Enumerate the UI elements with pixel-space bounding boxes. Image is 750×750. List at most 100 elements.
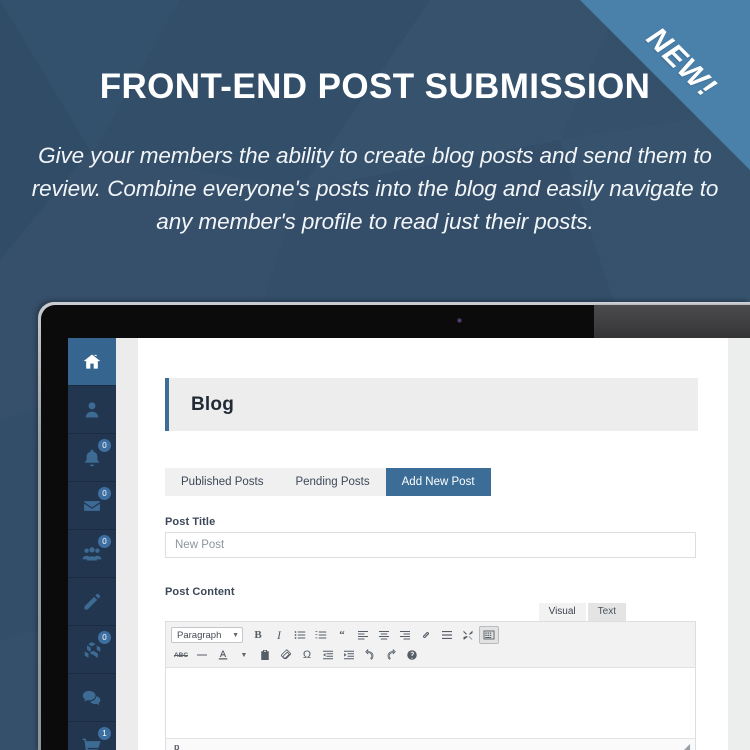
paste-as-text-icon: [259, 649, 271, 661]
clear-formatting-icon: [280, 649, 292, 661]
pencil-icon: [82, 592, 102, 612]
promo-subhead: Give your members the ability to create …: [31, 143, 719, 234]
editor-content-area[interactable]: [166, 668, 695, 738]
page-title: Blog: [191, 393, 235, 415]
chevron-down-icon: ▼: [232, 631, 239, 639]
indent-button[interactable]: [339, 646, 359, 664]
text-color-button[interactable]: [213, 646, 233, 664]
blockquote-button[interactable]: “: [332, 626, 352, 644]
help-icon: [406, 649, 418, 661]
insert-link-button[interactable]: [416, 626, 436, 644]
align-right-button[interactable]: [395, 626, 415, 644]
chat-icon: [82, 688, 102, 708]
sidebar-item-forums[interactable]: [68, 674, 116, 722]
page-header: Blog: [165, 378, 698, 431]
sidebar-item-groups[interactable]: 0: [68, 530, 116, 578]
post-tabs: Published Posts Pending Posts Add New Po…: [165, 468, 491, 496]
post-title-label: Post Title: [165, 516, 216, 528]
tab-pending-posts[interactable]: Pending Posts: [279, 468, 386, 496]
sidebar-item-home[interactable]: [68, 338, 116, 386]
sidebar-badge-notifications: 0: [98, 439, 111, 452]
tab-text-editor[interactable]: Text: [587, 603, 626, 621]
sidebar-badge-blocks: 0: [98, 631, 111, 644]
indent-icon: [343, 649, 355, 661]
italic-icon: I: [277, 627, 281, 642]
app-sidebar: 0 0 0 0 1: [68, 338, 116, 750]
toolbar-toggle-button[interactable]: [479, 626, 499, 644]
content-right-margin: [728, 338, 750, 750]
sidebar-item-messages[interactable]: 0: [68, 482, 116, 530]
tab-published-posts[interactable]: Published Posts: [165, 468, 280, 496]
strikethrough-button[interactable]: ABC: [171, 646, 191, 664]
promo-graphic: NEW! FRONT-END POST SUBMISSION Give your…: [0, 0, 750, 750]
sidebar-content-gap: [116, 338, 138, 750]
outdent-icon: [322, 649, 334, 661]
color-dropdown-icon: ▼: [240, 651, 248, 659]
sidebar-badge-cart: 1: [98, 727, 111, 740]
sidebar-item-cart[interactable]: 1: [68, 722, 116, 750]
editor-element-path: p: [174, 742, 180, 750]
paste-as-text-button[interactable]: [255, 646, 275, 664]
distraction-free-icon: [462, 629, 474, 641]
bullet-list-button[interactable]: [290, 626, 310, 644]
bold-icon: B: [254, 629, 262, 641]
format-select-value: Paragraph: [177, 629, 222, 641]
insert-read-more-button[interactable]: [437, 626, 457, 644]
strikethrough-icon: ABC: [173, 651, 189, 659]
editor-mode-tabs: Visual Text: [538, 603, 626, 621]
align-center-icon: [378, 629, 390, 641]
bold-button[interactable]: B: [248, 626, 268, 644]
app-screen: 0 0 0 0 1 Blog Published Posts Pending P…: [68, 338, 750, 750]
tab-visual-editor[interactable]: Visual: [538, 603, 586, 621]
promo-headline: FRONT-END POST SUBMISSION: [99, 67, 651, 106]
align-left-icon: [357, 629, 369, 641]
laptop-mockup: 0 0 0 0 1 Blog Published Posts Pending P…: [38, 302, 750, 750]
read-more-icon: [441, 629, 453, 641]
text-color-dropdown[interactable]: ▼: [234, 646, 254, 664]
bell-icon: [82, 448, 102, 468]
sidebar-item-blocks[interactable]: 0: [68, 626, 116, 674]
editor-toolbar-row-1: Paragraph ▼ B I “: [171, 625, 692, 645]
numbered-list-icon: [315, 629, 327, 641]
toolbar-toggle-icon: [483, 629, 495, 641]
sidebar-item-profile[interactable]: [68, 386, 116, 434]
laptop-bezel-right: [594, 305, 750, 341]
undo-icon: [364, 649, 376, 661]
sidebar-item-notifications[interactable]: 0: [68, 434, 116, 482]
italic-button[interactable]: I: [269, 626, 289, 644]
tab-add-new-post[interactable]: Add New Post: [385, 468, 491, 496]
clear-formatting-button[interactable]: [276, 646, 296, 664]
help-button[interactable]: [402, 646, 422, 664]
webcam-icon: [457, 318, 462, 323]
numbered-list-button[interactable]: [311, 626, 331, 644]
horizontal-rule-button[interactable]: [192, 646, 212, 664]
envelope-icon: [82, 496, 102, 516]
align-right-icon: [399, 629, 411, 641]
editor-toolbar-row-2: ABC ▼ Ω: [171, 645, 692, 665]
align-center-button[interactable]: [374, 626, 394, 644]
app-main-content: Blog Published Posts Pending Posts Add N…: [138, 338, 728, 750]
post-title-input[interactable]: New Post: [165, 532, 696, 558]
bullet-list-icon: [294, 629, 306, 641]
page-header-accent-bar: [165, 378, 169, 431]
redo-button[interactable]: [381, 646, 401, 664]
group-icon: [82, 544, 102, 564]
home-icon: [82, 352, 102, 372]
editor-resize-handle[interactable]: [682, 743, 691, 750]
align-left-button[interactable]: [353, 626, 373, 644]
outdent-button[interactable]: [318, 646, 338, 664]
distraction-free-button[interactable]: [458, 626, 478, 644]
sidebar-item-write[interactable]: [68, 578, 116, 626]
redo-icon: [385, 649, 397, 661]
special-character-icon: Ω: [302, 649, 312, 661]
special-character-button[interactable]: Ω: [297, 646, 317, 664]
undo-button[interactable]: [360, 646, 380, 664]
text-color-icon: [217, 649, 229, 661]
post-content-editor: Paragraph ▼ B I “ ABC ▼ Ω p: [165, 621, 696, 750]
blocks-icon: [82, 640, 102, 660]
sidebar-badge-messages: 0: [98, 487, 111, 500]
post-title-placeholder: New Post: [175, 539, 225, 551]
post-content-label: Post Content: [165, 586, 235, 598]
editor-status-bar: p: [166, 738, 695, 750]
format-select[interactable]: Paragraph ▼: [171, 627, 243, 643]
